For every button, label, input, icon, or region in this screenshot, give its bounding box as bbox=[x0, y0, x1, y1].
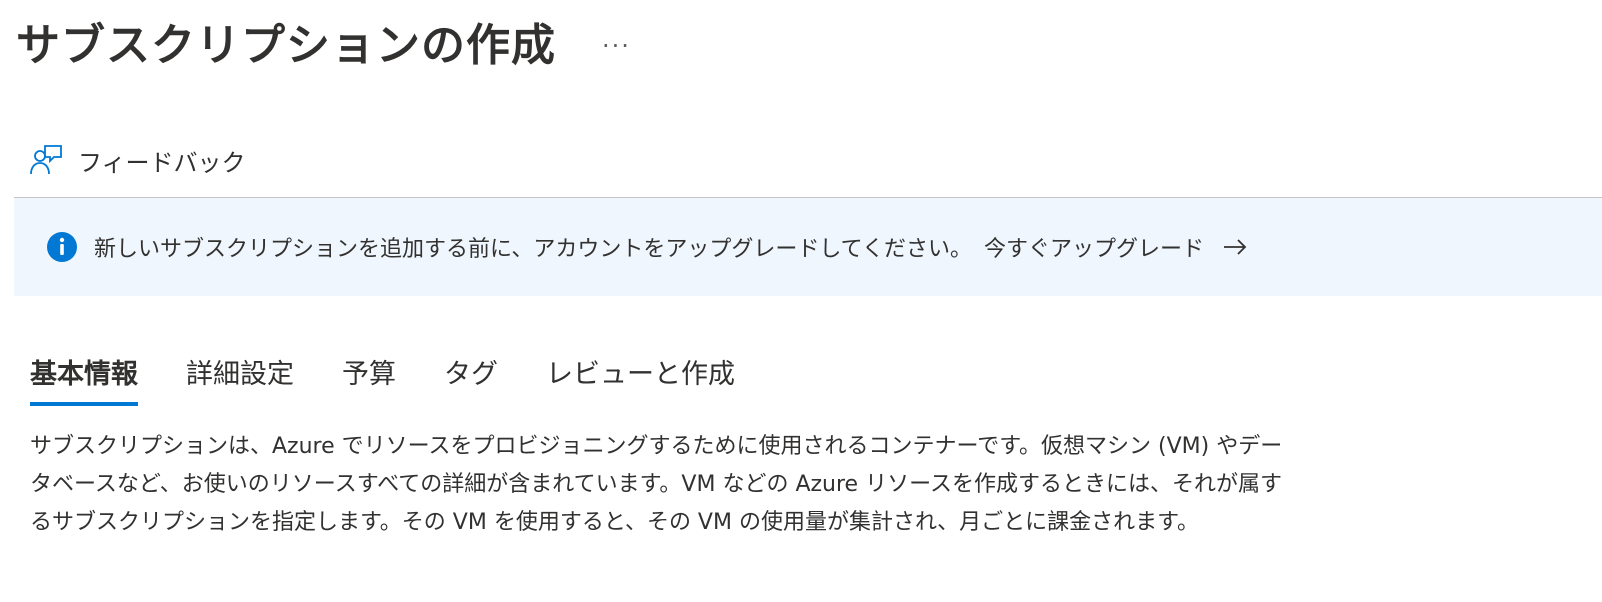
tab-advanced[interactable]: 詳細設定 bbox=[186, 348, 294, 406]
feedback-label: フィードバック bbox=[78, 148, 246, 177]
upgrade-now-link[interactable]: 今すぐアップグレード bbox=[984, 231, 1248, 263]
tab-budget[interactable]: 予算 bbox=[342, 348, 396, 406]
tab-review-create[interactable]: レビューと作成 bbox=[546, 348, 735, 406]
arrow-right-icon bbox=[1222, 237, 1248, 257]
tab-bar: 基本情報 詳細設定 予算 タグ レビューと作成 bbox=[30, 348, 783, 406]
feedback-person-icon bbox=[28, 142, 64, 178]
feedback-button[interactable]: フィードバック bbox=[28, 140, 246, 180]
page-title: サブスクリプションの作成 bbox=[16, 20, 556, 71]
title-row: サブスクリプションの作成 ··· bbox=[16, 14, 631, 78]
banner-message: 新しいサブスクリプションを追加する前に、アカウントをアップグレードしてください。 bbox=[94, 237, 973, 262]
tab-tags[interactable]: タグ bbox=[444, 348, 498, 406]
description-line: るサブスクリプションを指定します。その VM を使用すると、その VM の使用量… bbox=[30, 510, 1199, 535]
upgrade-now-label: 今すぐアップグレード bbox=[984, 237, 1205, 262]
subscription-description: サブスクリプションは、Azure でリソースをプロビジョニングするために使用され… bbox=[30, 428, 1480, 542]
description-line: サブスクリプションは、Azure でリソースをプロビジョニングするために使用され… bbox=[30, 434, 1283, 459]
description-line: タベースなど、お使いのリソースすべての詳細が含まれています。VM などの Azu… bbox=[30, 472, 1282, 497]
more-options-button[interactable]: ··· bbox=[602, 14, 631, 78]
info-icon bbox=[46, 231, 78, 263]
tab-basics[interactable]: 基本情報 bbox=[30, 348, 138, 406]
create-subscription-page: サブスクリプションの作成 ··· フィードバック 新しいサブスクリプションを追加… bbox=[0, 0, 1602, 602]
upgrade-banner: 新しいサブスクリプションを追加する前に、アカウントをアップグレードしてください。… bbox=[14, 198, 1602, 296]
